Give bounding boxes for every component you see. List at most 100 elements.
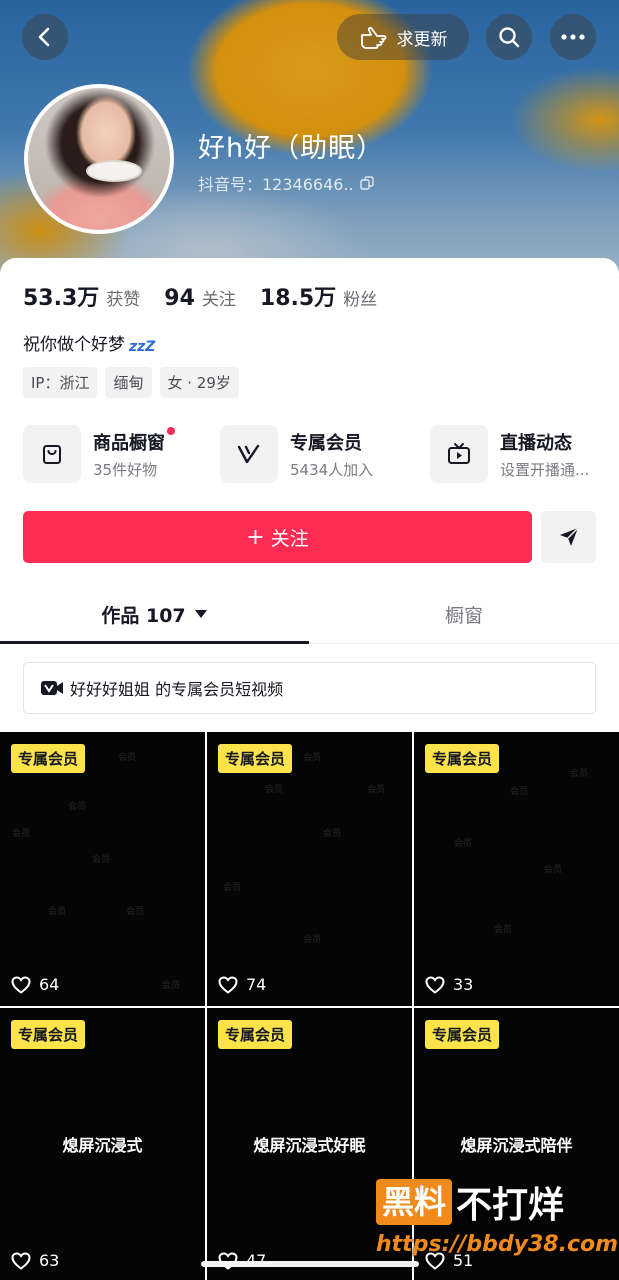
feature-live-title: 直播动态 — [500, 432, 572, 454]
home-indicator[interactable] — [201, 1261, 419, 1267]
stat-followers-value: 18.5万 — [259, 286, 337, 311]
caret-down-icon — [194, 610, 207, 618]
ask-update-label: 求更新 — [396, 29, 448, 50]
tile-watermark: 会员 — [68, 802, 87, 812]
avatar-photo-detail — [86, 160, 142, 182]
more-button[interactable] — [550, 14, 596, 60]
tile-watermark: 会员 — [265, 785, 284, 795]
profile-card: 53.3万 获赞 94 关注 18.5万 粉丝 祝你做个好梦 zzZ IP：浙江… — [0, 258, 619, 1280]
tile-watermark: 会员 — [303, 753, 322, 763]
vip-badge: 专属会员 — [11, 744, 86, 773]
video-tile[interactable]: 会员 会员 会员 会员 会员 会员 会员 专属会员 64 — [0, 732, 205, 1006]
member-banner-text: 好好好姐姐 的专属会员短视频 — [70, 680, 284, 699]
signature-text: 祝你做个好梦 — [23, 335, 125, 355]
share-button[interactable] — [541, 511, 596, 563]
vip-badge: 专属会员 — [11, 1020, 86, 1049]
vip-badge: 专属会员 — [425, 744, 500, 773]
tv-live-icon — [430, 425, 488, 483]
tile-watermark: 会员 — [323, 829, 342, 839]
stat-likes-value: 53.3万 — [23, 286, 100, 311]
like-count-value: 63 — [39, 1251, 60, 1270]
heart-icon — [11, 1251, 31, 1270]
tab-shop[interactable]: 橱窗 — [309, 584, 619, 644]
video-tile[interactable]: 专属会员 熄屏沉浸式 63 — [0, 1008, 205, 1280]
feature-vip-subtitle: 5434人加入 — [290, 460, 374, 479]
tile-watermark: 会员 — [118, 753, 137, 763]
avatar[interactable] — [24, 84, 174, 234]
feature-shop-title: 商品橱窗 — [93, 432, 165, 454]
tile-watermark: 会员 — [162, 981, 181, 991]
follow-label: 关注 — [270, 527, 309, 550]
tile-watermark: 会员 — [494, 925, 513, 935]
feature-shop-subtitle: 35件好物 — [93, 460, 158, 479]
tile-watermark: 会员 — [223, 883, 242, 893]
tile-watermark: 会员 — [510, 787, 529, 797]
stat-following[interactable]: 94 关注 — [164, 285, 236, 311]
search-button[interactable] — [486, 14, 532, 60]
like-count-value: 33 — [453, 975, 474, 994]
tab-works[interactable]: 作品 107 — [0, 584, 309, 644]
vip-badge: 专属会员 — [425, 1020, 500, 1049]
shop-bag-icon — [23, 425, 81, 483]
stat-followers-label: 粉丝 — [343, 290, 378, 310]
tile-watermark: 会员 — [126, 907, 145, 917]
stat-followers[interactable]: 18.5万 粉丝 — [260, 280, 377, 312]
heart-icon — [218, 975, 238, 994]
like-count: 64 — [11, 975, 59, 994]
pointing-hand-icon — [360, 27, 386, 49]
tile-watermark: 会员 — [544, 865, 563, 875]
ask-update-button[interactable]: 求更新 — [337, 14, 469, 60]
tile-watermark: 会员 — [92, 855, 111, 865]
douyin-id[interactable]: 抖音号：12346646.. — [198, 171, 374, 195]
video-tile[interactable]: 会员 会员 会员 会员 会员 会员 专属会员 74 — [207, 732, 412, 1006]
feature-live-updates[interactable]: 直播动态 设置开播通... — [430, 424, 589, 484]
notification-dot — [167, 426, 175, 435]
sleep-zzz-icon: zzZ — [129, 339, 156, 355]
like-count: 74 — [218, 975, 266, 994]
like-count-value: 74 — [246, 975, 267, 994]
like-count-value: 64 — [39, 975, 60, 994]
profile-tags: IP：浙江 缅甸 女 · 29岁 — [23, 367, 239, 398]
back-button[interactable] — [22, 14, 68, 60]
more-dots-icon — [561, 34, 585, 40]
video-caption: 熄屏沉浸式 — [62, 1136, 143, 1155]
watermark-box-text: 黑料 — [376, 1179, 453, 1225]
profile-tabs: 作品 107 橱窗 — [0, 584, 619, 644]
watermark-url: https://bbdy38.com — [376, 1232, 619, 1257]
search-icon — [499, 27, 520, 48]
profile-nickname: 好h好（助眠） — [198, 133, 385, 164]
tab-shop-label: 橱窗 — [444, 604, 483, 627]
profile-stats: 53.3万 获赞 94 关注 18.5万 粉丝 — [23, 280, 377, 312]
site-watermark: 黑料 不打烊 https://bbdy38.com — [376, 1176, 619, 1262]
chevron-left-icon — [38, 27, 50, 47]
heart-icon — [425, 975, 445, 994]
video-caption: 熄屏沉浸式陪伴 — [460, 1136, 573, 1155]
follow-button[interactable]: + 关注 — [23, 511, 532, 563]
stat-following-label: 关注 — [201, 290, 236, 310]
feature-live-subtitle: 设置开播通... — [500, 460, 590, 479]
tile-watermark: 会员 — [48, 907, 67, 917]
stat-likes[interactable]: 53.3万 获赞 — [23, 280, 140, 312]
feature-shop-window[interactable]: 商品橱窗 35件好物 — [23, 424, 175, 484]
like-count: 63 — [11, 1251, 59, 1270]
vip-badge: 专属会员 — [218, 1020, 293, 1049]
tab-works-label: 作品 107 — [101, 604, 186, 627]
copy-icon — [359, 176, 374, 190]
tag-ip: IP：浙江 — [23, 367, 98, 398]
video-tile[interactable]: 会员 会员 会员 会员 会员 专属会员 33 — [414, 732, 619, 1006]
tile-watermark: 会员 — [570, 769, 589, 779]
vip-video-icon — [41, 681, 63, 695]
tag-gender-age: 女 · 29岁 — [159, 367, 239, 398]
watermark-text: 不打烊 — [456, 1185, 565, 1226]
feature-vip-title: 专属会员 — [290, 432, 362, 454]
tab-active-indicator — [0, 641, 309, 644]
feature-vip-member[interactable]: 专属会员 5434人加入 — [220, 424, 373, 484]
vip-badge: 专属会员 — [218, 744, 293, 773]
stat-likes-label: 获赞 — [106, 290, 141, 310]
tile-watermark: 会员 — [367, 785, 386, 795]
video-caption: 熄屏沉浸式好眠 — [253, 1136, 366, 1155]
tile-watermark: 会员 — [303, 935, 322, 945]
tile-watermark: 会员 — [454, 839, 473, 849]
send-plane-icon — [559, 527, 579, 546]
member-videos-banner[interactable]: 好好好姐姐 的专属会员短视频 — [23, 662, 596, 714]
